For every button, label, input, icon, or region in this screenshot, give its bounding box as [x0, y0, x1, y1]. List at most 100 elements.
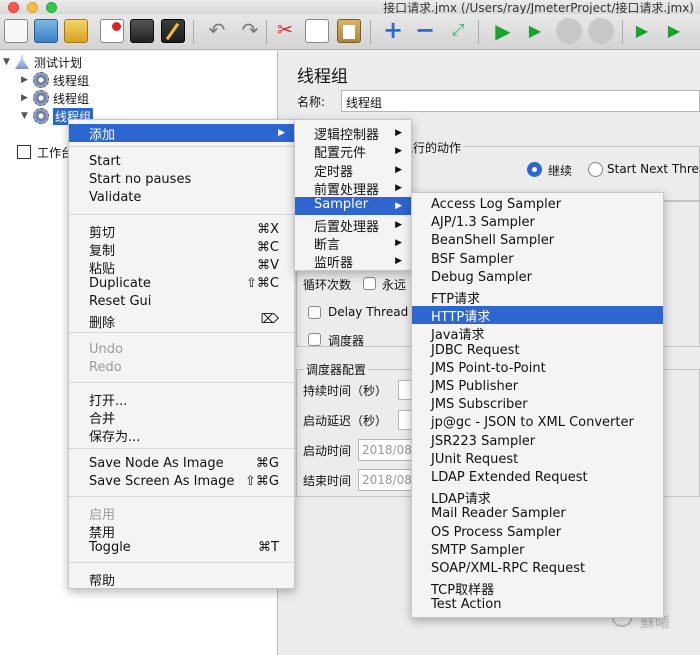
sampler-item-java[interactable]: Java请求 — [412, 324, 663, 343]
submenu-item-0[interactable]: 逻辑控制器 ▶ — [295, 124, 411, 143]
shortcut-label: ⌘G — [255, 456, 279, 471]
sampler-item-mail-reader-sampler[interactable]: Mail Reader Sampler — [412, 506, 663, 524]
sampler-item-http[interactable]: HTTP请求 — [412, 306, 663, 325]
sampler-item-access-log-sampler[interactable]: Access Log Sampler — [412, 197, 663, 215]
sampler-item-tcp[interactable]: TCP取样器 — [412, 579, 663, 598]
sampler-item-jms-point-to-point[interactable]: JMS Point-to-Point — [412, 361, 663, 379]
flask-icon — [15, 55, 29, 69]
sampler-item-beanshell-sampler[interactable]: BeanShell Sampler — [412, 233, 663, 251]
submenu-item-6[interactable]: 断言 ▶ — [295, 234, 411, 253]
menu-item-validate[interactable]: Validate — [69, 190, 294, 208]
tree-node-workbench[interactable]: 工作台 — [17, 143, 73, 161]
menu-item-label: JDBC Request — [431, 342, 520, 358]
start-time-field[interactable]: 2018/08 — [358, 439, 418, 461]
menu-item-save-node-as-image[interactable]: Save Node As Image ⌘G — [69, 456, 294, 474]
name-field[interactable]: 线程组 — [341, 90, 700, 112]
chevron-right-icon[interactable]: ▶ — [21, 93, 33, 103]
sampler-item-ajp-1-3-sampler[interactable]: AJP/1.3 Sampler — [412, 215, 663, 233]
scheduler-checkbox[interactable] — [308, 333, 321, 346]
menu-item-4[interactable]: 复制 ⌘C — [69, 240, 294, 259]
sampler-item-jdbc-request[interactable]: JDBC Request — [412, 343, 663, 361]
menu-item-start-no-pauses[interactable]: Start no pauses — [69, 172, 294, 190]
sampler-item-test-action[interactable]: Test Action — [412, 597, 663, 615]
chevron-down-icon[interactable]: ▼ — [3, 57, 15, 67]
tree-node-thread-group[interactable]: ▶ 线程组 — [21, 89, 89, 107]
delay-thread-checkbox[interactable] — [308, 306, 321, 319]
open-folder-icon[interactable] — [64, 19, 88, 43]
redo-icon[interactable]: ↷ — [238, 19, 262, 43]
sampler-item-jp-gc-json-to-xml-converter[interactable]: jp@gc - JSON to XML Converter — [412, 415, 663, 433]
new-file-icon[interactable] — [4, 19, 28, 43]
radio-continue[interactable] — [527, 162, 542, 177]
sampler-item-ftp[interactable]: FTP请求 — [412, 288, 663, 307]
submenu-item-7[interactable]: 监听器 ▶ — [295, 252, 411, 271]
add-submenu: 逻辑控制器 ▶ 配置元件 ▶ 定时器 ▶ 前置处理器 ▶ Sampler ▶ 后置处理器 ▶ 断言 ▶ 监听… — [294, 119, 412, 271]
menu-item-label: 定时器 — [314, 164, 354, 180]
sampler-item-soap-xml-rpc-request[interactable]: SOAP/XML-RPC Request — [412, 561, 663, 579]
menu-separator — [69, 332, 294, 333]
chevron-right-icon: ▶ — [395, 128, 402, 138]
menu-item-13[interactable]: 保存为... — [69, 426, 294, 445]
close-window-icon[interactable] — [8, 2, 19, 13]
zoom-window-icon[interactable] — [46, 2, 57, 13]
menu-item-add[interactable]: 添加 ▶ — [69, 124, 294, 143]
start-icon[interactable]: ▶ — [491, 19, 515, 43]
submenu-item-1[interactable]: 配置元件 ▶ — [295, 142, 411, 161]
tree-node-thread-group[interactable]: ▶ 线程组 — [21, 71, 89, 89]
submenu-item-3[interactable]: 前置处理器 ▶ — [295, 179, 411, 198]
menu-item-11[interactable]: 打开... — [69, 390, 294, 409]
menu-item-save-screen-as-image[interactable]: Save Screen As Image ⇧⌘G — [69, 474, 294, 492]
forever-checkbox[interactable] — [363, 277, 376, 290]
submenu-item-5[interactable]: 后置处理器 ▶ — [295, 216, 411, 235]
menu-item-3[interactable]: 剪切 ⌘X — [69, 222, 294, 241]
menu-item-duplicate[interactable]: Duplicate ⇧⌘C — [69, 276, 294, 294]
submenu-item-sampler[interactable]: Sampler ▶ — [295, 197, 411, 216]
minimize-window-icon[interactable] — [27, 2, 38, 13]
sampler-item-ldap[interactable]: LDAP请求 — [412, 488, 663, 507]
menu-item-reset-gui[interactable]: Reset Gui — [69, 294, 294, 312]
chevron-right-icon[interactable]: ▶ — [21, 75, 33, 85]
radio-start-next[interactable] — [588, 162, 603, 177]
menu-item-label: 合并 — [89, 412, 116, 427]
sampler-item-junit-request[interactable]: JUnit Request — [412, 452, 663, 470]
submenu-item-2[interactable]: 定时器 ▶ — [295, 161, 411, 180]
menu-item-16: 启用 — [69, 504, 294, 523]
save-as-icon[interactable] — [161, 19, 185, 43]
menu-item-19[interactable]: 帮助 — [69, 570, 294, 589]
menu-item-12[interactable]: 合并 — [69, 408, 294, 427]
end-time-field[interactable]: 2018/08 — [358, 469, 418, 491]
cut-icon[interactable]: ✂ — [273, 19, 297, 43]
menu-item-start[interactable]: Start — [69, 154, 294, 172]
copy-icon[interactable] — [305, 19, 329, 43]
save-icon[interactable] — [130, 19, 154, 43]
sampler-item-smtp-sampler[interactable]: SMTP Sampler — [412, 543, 663, 561]
delay-thread-label: Delay Thread — [328, 305, 409, 319]
sampler-item-bsf-sampler[interactable]: BSF Sampler — [412, 252, 663, 270]
menu-item-5[interactable]: 粘贴 ⌘V — [69, 258, 294, 277]
templates-icon[interactable] — [34, 19, 58, 43]
collapse-all-icon[interactable]: − — [413, 18, 437, 43]
stop-icon[interactable] — [556, 18, 582, 44]
tree-node-test-plan[interactable]: ▼ 测试计划 — [3, 53, 82, 71]
undo-icon[interactable]: ↶ — [205, 19, 229, 43]
remote-start-icon[interactable]: ▶ — [630, 19, 654, 43]
chevron-down-icon[interactable]: ▼ — [21, 111, 33, 121]
menu-item-toggle[interactable]: Toggle ⌘T — [69, 540, 294, 558]
close-file-icon[interactable] — [100, 19, 124, 43]
expand-all-icon[interactable]: + — [381, 18, 405, 43]
sampler-item-jms-subscriber[interactable]: JMS Subscriber — [412, 397, 663, 415]
sampler-item-debug-sampler[interactable]: Debug Sampler — [412, 270, 663, 288]
sampler-item-jsr223-sampler[interactable]: JSR223 Sampler — [412, 434, 663, 452]
toggle-icon[interactable]: ⤢ — [446, 19, 470, 43]
menu-item-8[interactable]: 删除 ⌦ — [69, 312, 294, 331]
remote-start-all-icon[interactable]: ▶ — [662, 19, 686, 43]
sampler-item-os-process-sampler[interactable]: OS Process Sampler — [412, 525, 663, 543]
start-no-pauses-icon[interactable]: ▶ — [523, 19, 547, 43]
paste-icon[interactable] — [337, 19, 361, 43]
end-time-label: 结束时间 — [303, 474, 352, 488]
shutdown-icon[interactable] — [588, 18, 614, 44]
menu-item-17[interactable]: 禁用 — [69, 522, 294, 541]
shortcut-label: ⌘V — [257, 258, 279, 273]
sampler-item-jms-publisher[interactable]: JMS Publisher — [412, 379, 663, 397]
sampler-item-ldap-extended-request[interactable]: LDAP Extended Request — [412, 470, 663, 488]
